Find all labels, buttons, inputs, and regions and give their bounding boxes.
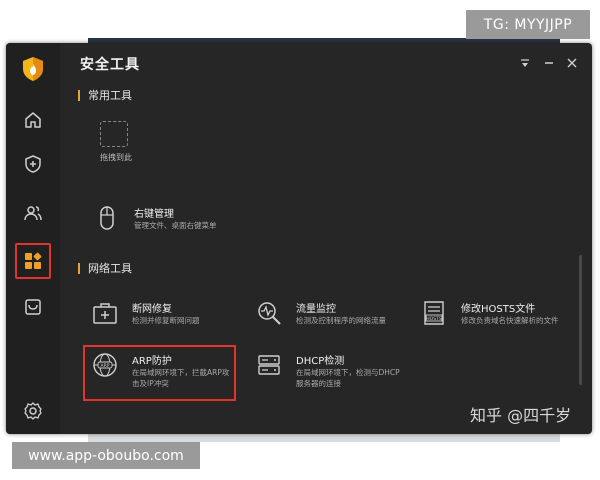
tool-name: 流量监控: [296, 304, 336, 315]
server-icon: [254, 350, 284, 380]
tool-edit-hosts[interactable]: HOSTS 修改HOSTS文件 修改负责域名快速解析的文件: [419, 298, 579, 334]
toolbox-icon[interactable]: [15, 243, 51, 279]
tool-description: 修改负责域名快速解析的文件: [461, 316, 559, 325]
section-marker: [78, 89, 80, 101]
arp-highlight-box: [83, 345, 236, 401]
tool-description: 在局域网环境下，检测与DHCP 服务器的连接: [296, 367, 400, 389]
tool-description: 检测及控制程序的网络流量: [296, 316, 386, 325]
section-common-tools: 常用工具: [78, 87, 132, 103]
sidebar: [6, 43, 60, 434]
tool-traffic-monitor[interactable]: 流量监控 检测及控制程序的网络流量: [254, 298, 424, 334]
tool-network-repair[interactable]: 断网修复 检测并修复断网问题: [90, 298, 250, 334]
tool-description-line: 在局域网环境下，检测与DHCP: [296, 368, 400, 377]
section-marker: [78, 262, 80, 274]
tool-description-line: 服务器的连接: [296, 379, 341, 388]
minimize-icon[interactable]: [541, 55, 557, 71]
close-icon[interactable]: [564, 55, 580, 71]
app-logo-icon: [21, 56, 45, 82]
tool-description: 检测并修复断网问题: [132, 316, 200, 325]
menu-dropdown-icon[interactable]: [517, 55, 533, 71]
security-tools-window: 安全工具 常用工具 拖拽到此 右键管理 管理文件、桌面右键菜单 网络工具 断网修…: [6, 43, 592, 434]
background-window-strip-bottom: [88, 434, 560, 442]
section-label: 网络工具: [88, 262, 132, 275]
svg-text:HOSTS: HOSTS: [426, 316, 442, 322]
users-icon[interactable]: [15, 195, 51, 231]
tool-description: 管理文件、桌面右键菜单: [134, 221, 217, 230]
tool-name: 右键管理: [134, 209, 174, 220]
watermark-top: TG: MYYJJPP: [466, 10, 590, 39]
tool-dhcp-check[interactable]: DHCP检测 在局域网环境下，检测与DHCP 服务器的连接: [254, 350, 424, 389]
mouse-icon: [92, 203, 122, 233]
watermark-zhihu: 知乎 @四千岁: [470, 406, 572, 425]
vertical-scrollbar[interactable]: [579, 255, 582, 385]
store-icon[interactable]: [15, 289, 51, 325]
window-title: 安全工具: [80, 57, 140, 73]
watermark-bottom: www.app-oboubo.com: [12, 442, 200, 469]
tool-name: 修改HOSTS文件: [461, 304, 536, 315]
tool-name: DHCP检测: [296, 356, 345, 367]
gear-icon[interactable]: [15, 393, 51, 429]
tool-name: 断网修复: [132, 304, 172, 315]
drag-drop-slot[interactable]: [100, 121, 128, 147]
section-label: 常用工具: [88, 89, 132, 102]
shield-plus-icon[interactable]: [15, 146, 51, 182]
section-network-tools: 网络工具: [78, 260, 132, 276]
toolbox-plus-icon: [90, 298, 120, 328]
drag-drop-label: 拖拽到此: [100, 153, 132, 162]
magnifier-pulse-icon: [254, 298, 284, 328]
tool-right-click-manager[interactable]: 右键管理 管理文件、桌面右键菜单: [92, 203, 252, 239]
hosts-file-icon: HOSTS: [419, 298, 449, 328]
home-icon[interactable]: [15, 102, 51, 138]
